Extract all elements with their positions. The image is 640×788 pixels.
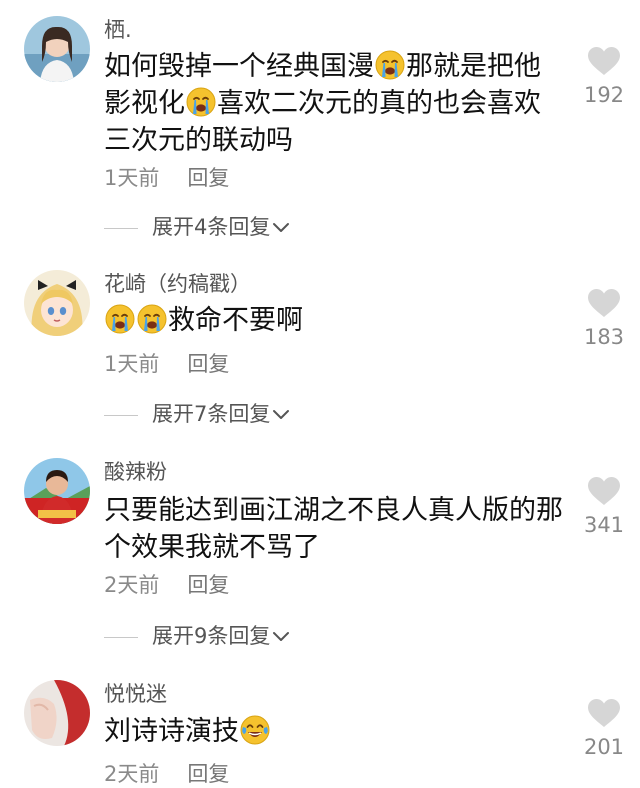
tears-of-joy-face-icon — [240, 715, 270, 745]
username[interactable]: 悦悦迷 — [104, 680, 167, 708]
expand-replies-label: 展开7条回复 — [152, 402, 271, 426]
comment-text-segment: 三次元的联动吗 — [104, 125, 293, 156]
comment-line: 救命不要啊 — [104, 302, 554, 339]
reply-button[interactable]: 回复 — [187, 352, 229, 376]
reply-button[interactable]: 回复 — [187, 762, 229, 786]
avatar[interactable] — [24, 680, 90, 746]
comment-text: 刘诗诗演技 — [104, 713, 554, 750]
like-count: 341 — [583, 513, 625, 537]
comment-text: 救命不要啊 — [104, 302, 554, 339]
comment-meta: 1天前 回复 — [104, 350, 229, 378]
comment-time: 1天前 — [104, 166, 160, 190]
comment-time: 2天前 — [104, 762, 160, 786]
like-count: 183 — [583, 325, 625, 349]
loudly-crying-face-icon — [137, 304, 167, 334]
chevron-down-icon — [273, 632, 290, 641]
chevron-down-icon — [273, 223, 290, 232]
comment-meta: 2天前 回复 — [104, 571, 229, 599]
comment-text-segment: 救命不要啊 — [168, 305, 303, 336]
username[interactable]: 酸辣粉 — [104, 458, 167, 486]
avatar[interactable] — [24, 270, 90, 336]
reply-button[interactable]: 回复 — [187, 573, 229, 597]
avatar[interactable] — [24, 16, 90, 82]
divider — [104, 636, 138, 638]
comment-text: 只要能达到画江湖之不良人真人版的那 个效果我就不骂了 — [104, 492, 563, 566]
comment-time: 1天前 — [104, 352, 160, 376]
comment-line: 如何毁掉一个经典国漫 那就是把他 — [104, 48, 554, 85]
comment-text-segment: 只要能达到画江湖之不良人真人版的那 — [104, 495, 563, 526]
heart-icon[interactable] — [587, 476, 621, 506]
chevron-down-icon — [273, 410, 290, 419]
username[interactable]: 栖. — [104, 16, 132, 44]
like-count: 201 — [583, 735, 625, 759]
comment-meta: 2天前 回复 — [104, 760, 229, 788]
like-button[interactable]: 183 — [580, 288, 628, 350]
like-count: 192 — [583, 83, 625, 107]
like-button[interactable]: 341 — [580, 476, 628, 538]
heart-icon[interactable] — [587, 46, 621, 76]
comment-text-segment: 喜欢二次元的真的也会喜欢 — [217, 88, 541, 119]
avatar[interactable] — [24, 458, 90, 524]
heart-icon[interactable] — [587, 698, 621, 728]
comment-text-segment: 个效果我就不骂了 — [104, 532, 320, 563]
comment-text-segment: 如何毁掉一个经典国漫 — [104, 51, 374, 82]
comment-time: 2天前 — [104, 573, 160, 597]
username[interactable]: 花崎（约稿戳） — [104, 270, 251, 298]
expand-replies-label: 展开4条回复 — [152, 215, 271, 239]
comment-text: 如何毁掉一个经典国漫 那就是把他 影视化 喜欢二次元的真的也会喜欢 三次元的联动吗 — [104, 48, 554, 159]
comment-line: 个效果我就不骂了 — [104, 529, 554, 566]
loudly-crying-face-icon — [105, 304, 135, 334]
comment-meta: 1天前 回复 — [104, 164, 229, 192]
comment-line: 三次元的联动吗 — [104, 122, 554, 159]
comment-line: 刘诗诗演技 — [104, 713, 554, 750]
heart-icon[interactable] — [587, 288, 621, 318]
loudly-crying-face-icon — [375, 50, 405, 80]
expand-replies-button[interactable]: 展开9条回复 — [104, 622, 290, 650]
divider — [104, 227, 138, 229]
divider — [104, 414, 138, 416]
comment-line: 影视化 喜欢二次元的真的也会喜欢 — [104, 85, 554, 122]
comment-text-segment: 影视化 — [104, 88, 185, 119]
like-button[interactable]: 201 — [580, 698, 628, 760]
expand-replies-label: 展开9条回复 — [152, 624, 271, 648]
comment-text-segment: 刘诗诗演技 — [104, 716, 239, 747]
reply-button[interactable]: 回复 — [187, 166, 229, 190]
expand-replies-button[interactable]: 展开4条回复 — [104, 213, 290, 241]
like-button[interactable]: 192 — [580, 46, 628, 108]
loudly-crying-face-icon — [186, 87, 216, 117]
expand-replies-button[interactable]: 展开7条回复 — [104, 400, 290, 428]
comment-line: 只要能达到画江湖之不良人真人版的那 — [104, 492, 563, 529]
comment-text-segment: 那就是把他 — [406, 51, 541, 82]
